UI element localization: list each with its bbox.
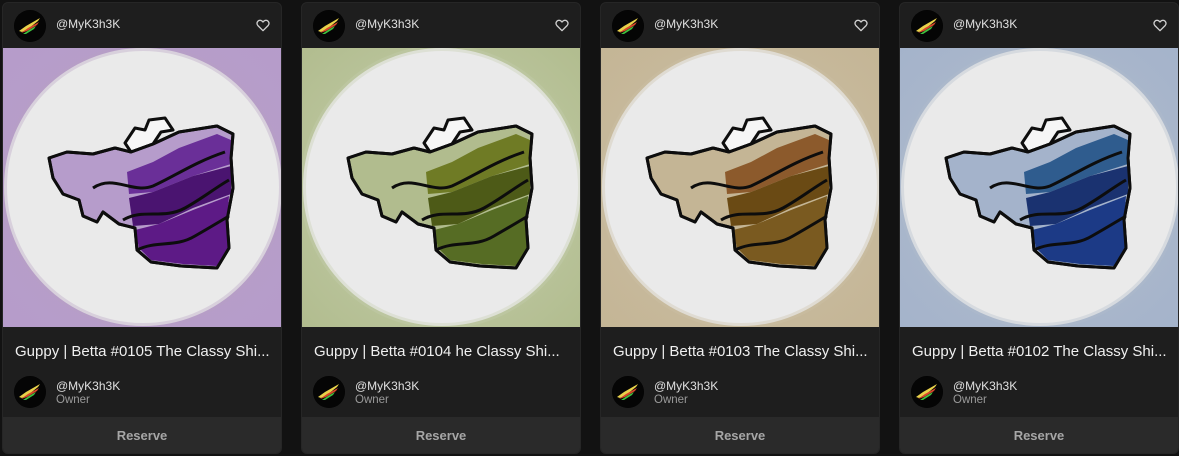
owner-label: Owner — [953, 394, 987, 406]
nft-artwork[interactable] — [900, 48, 1178, 327]
reserve-button[interactable]: Reserve — [3, 417, 281, 453]
owner-label: Owner — [355, 394, 389, 406]
heart-icon[interactable] — [1152, 17, 1168, 33]
card-header: @MyK3h3K — [900, 3, 1178, 48]
creator-handle[interactable]: @MyK3h3K — [953, 17, 1017, 31]
owner-handle[interactable]: @MyK3h3K — [654, 379, 718, 393]
creator-handle[interactable]: @MyK3h3K — [654, 17, 718, 31]
owner-handle[interactable]: @MyK3h3K — [56, 379, 120, 393]
card-header: @MyK3h3K — [302, 3, 580, 48]
creator-handle[interactable]: @MyK3h3K — [56, 17, 120, 31]
owner-row: @MyK3h3K Owner — [3, 372, 281, 412]
nft-title[interactable]: Guppy | Betta #0103 The Classy Shi... — [613, 343, 871, 360]
owner-row: @MyK3h3K Owner — [601, 372, 879, 412]
owner-avatar[interactable] — [612, 376, 644, 408]
creator-avatar[interactable] — [911, 10, 943, 42]
nft-title[interactable]: Guppy | Betta #0105 The Classy Shi... — [15, 343, 273, 360]
nft-artwork[interactable] — [601, 48, 879, 327]
owner-avatar[interactable] — [313, 376, 345, 408]
owner-avatar[interactable] — [14, 376, 46, 408]
owner-handle[interactable]: @MyK3h3K — [355, 379, 419, 393]
card-header: @MyK3h3K — [3, 3, 281, 48]
nft-card[interactable]: @MyK3h3K Guppy | Betta #0104 he Classy S… — [301, 2, 581, 454]
heart-icon[interactable] — [853, 17, 869, 33]
reserve-button[interactable]: Reserve — [601, 417, 879, 453]
owner-label: Owner — [654, 394, 688, 406]
nft-title[interactable]: Guppy | Betta #0102 The Classy Shi... — [912, 343, 1170, 360]
owner-handle[interactable]: @MyK3h3K — [953, 379, 1017, 393]
nft-card[interactable]: @MyK3h3K Guppy | Betta #0105 The Classy … — [2, 2, 282, 454]
reserve-button[interactable]: Reserve — [900, 417, 1178, 453]
nft-card[interactable]: @MyK3h3K Guppy | Betta #0102 The Classy … — [899, 2, 1179, 454]
card-header: @MyK3h3K — [601, 3, 879, 48]
nft-artwork[interactable] — [302, 48, 580, 327]
owner-label: Owner — [56, 394, 90, 406]
owner-avatar[interactable] — [911, 376, 943, 408]
reserve-button[interactable]: Reserve — [302, 417, 580, 453]
creator-avatar[interactable] — [14, 10, 46, 42]
owner-row: @MyK3h3K Owner — [900, 372, 1178, 412]
creator-avatar[interactable] — [313, 10, 345, 42]
nft-title[interactable]: Guppy | Betta #0104 he Classy Shi... — [314, 343, 572, 360]
heart-icon[interactable] — [554, 17, 570, 33]
nft-artwork[interactable] — [3, 48, 281, 327]
nft-card[interactable]: @MyK3h3K Guppy | Betta #0103 The Classy … — [600, 2, 880, 454]
heart-icon[interactable] — [255, 17, 271, 33]
owner-row: @MyK3h3K Owner — [302, 372, 580, 412]
creator-avatar[interactable] — [612, 10, 644, 42]
creator-handle[interactable]: @MyK3h3K — [355, 17, 419, 31]
